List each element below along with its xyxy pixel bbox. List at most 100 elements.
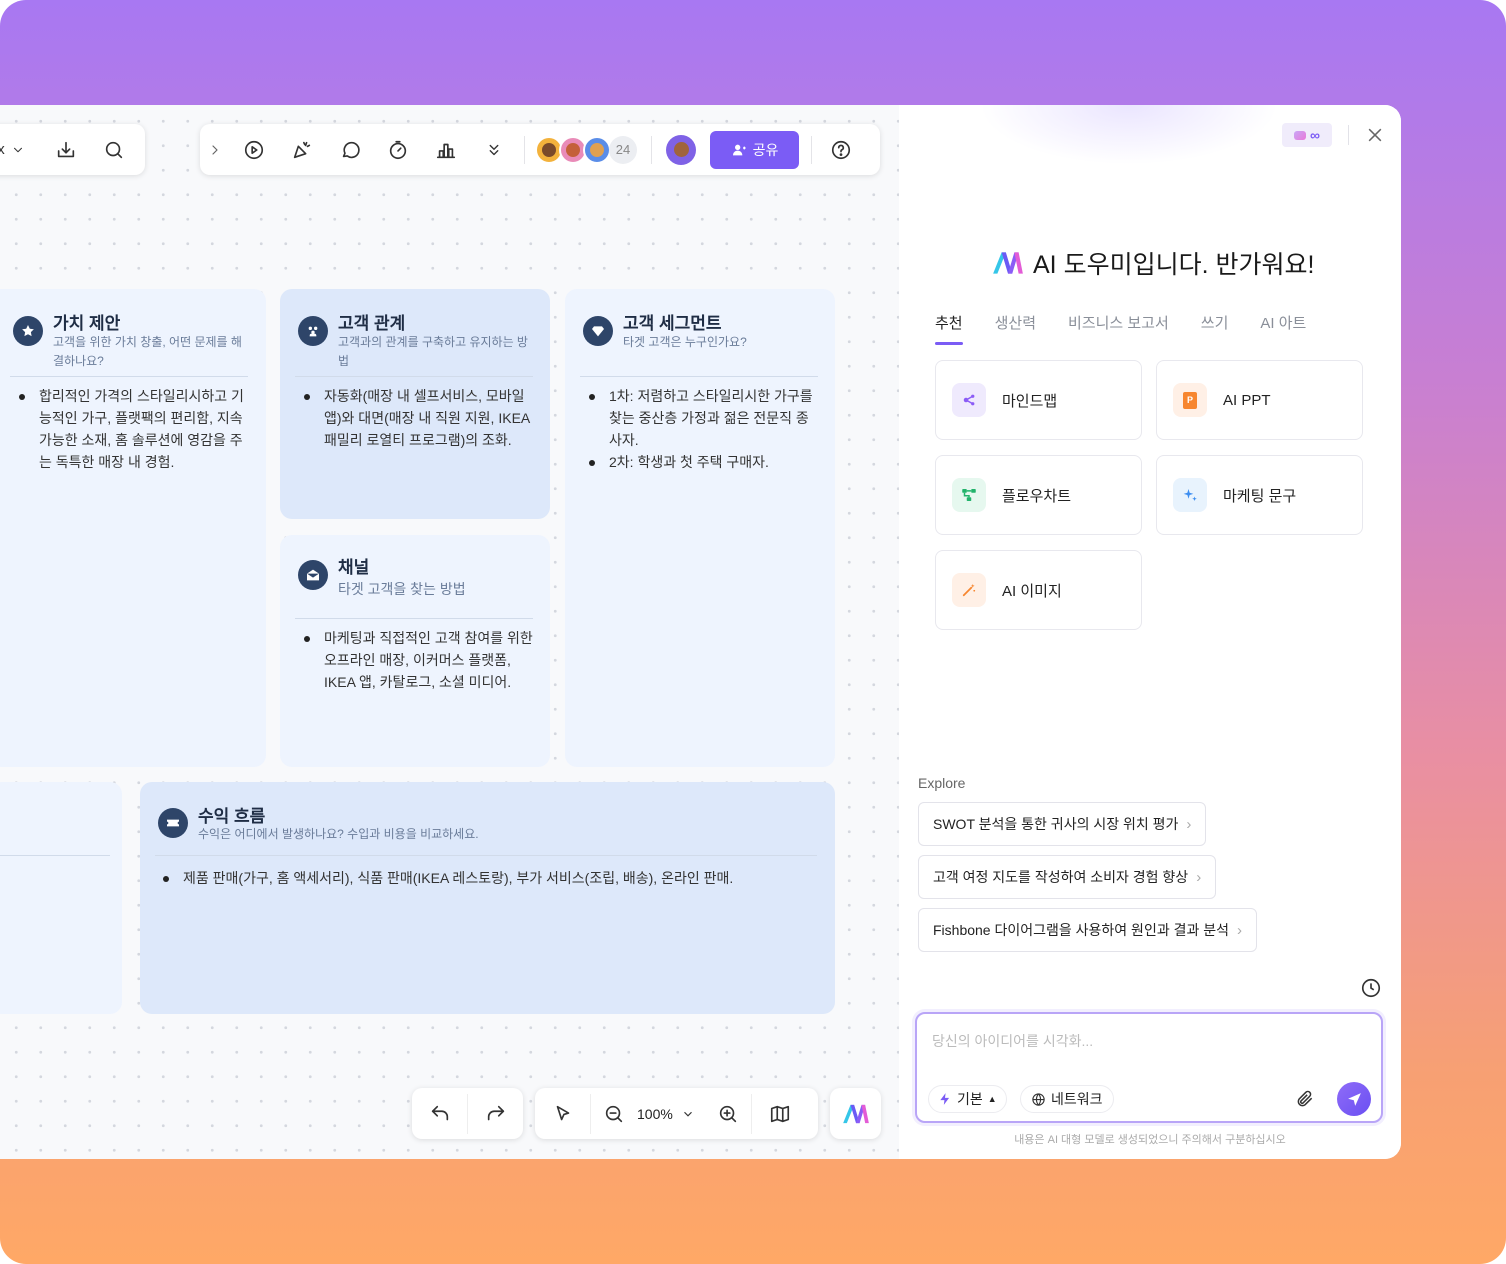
divider — [580, 376, 818, 377]
explore-suggestion-swot[interactable]: SWOT 분석을 통한 귀사의 시장 위치 평가 › — [918, 802, 1207, 846]
card-revenue-streams[interactable]: 수익 흐름 수익은 어디에서 발생하나요? 수입과 비용을 비교하세요. 제품 … — [140, 782, 835, 1014]
card-list: 1차: 저렴하고 스타일리시한 가구를 찾는 중산층 가정과 젊은 전문직 종사… — [589, 385, 819, 473]
feature-flowchart[interactable]: 플로우차트 — [935, 455, 1142, 535]
explore-suggestion-fishbone[interactable]: Fishbone 다이어그램을 사용하여 원인과 결과 분석 › — [918, 908, 1258, 952]
list-item: 제품 판매(가구, 홈 액세서리), 식품 판매(IKEA 레스토랑), 부가 … — [163, 867, 823, 889]
unlimited-badge[interactable]: ∞ — [1282, 123, 1332, 147]
celebrate-button[interactable] — [278, 130, 326, 170]
help-icon — [831, 140, 851, 159]
zoom-out-button[interactable] — [591, 1088, 637, 1139]
vote-button[interactable] — [422, 130, 470, 170]
feature-label: 마케팅 문구 — [1223, 487, 1297, 505]
caret-up-icon: ▲ — [987, 1094, 997, 1104]
mail-open-icon — [298, 560, 328, 590]
import-button[interactable] — [42, 130, 90, 170]
card-subtitle: 타겟 고객은 누구인가요? — [623, 335, 747, 349]
double-chevron-down-icon — [489, 144, 499, 155]
chevron-right-icon: › — [1196, 868, 1202, 886]
tab-business-report[interactable]: 비즈니스 보고서 — [1068, 312, 1169, 345]
chevron-right-icon: › — [1237, 921, 1243, 939]
zoom-level-dropdown[interactable]: 100% — [637, 1106, 705, 1122]
ai-logo-icon — [993, 252, 1023, 274]
zoom-in-button[interactable] — [705, 1088, 751, 1139]
feature-label: 마인드맵 — [1002, 392, 1058, 410]
card-channels[interactable]: 채널 타겟 고객을 찾는 방법 마케팅과 직접적인 고객 참여를 위한 오프라인… — [280, 535, 550, 767]
send-button[interactable] — [1337, 1082, 1371, 1116]
prompt-box: 당신의 아이디어를 시각화... 기본 ▲ 네트워크 — [915, 1012, 1383, 1123]
card-partial[interactable] — [0, 782, 122, 1014]
greeting: AI 도우미입니다. 반가워요! — [991, 245, 1314, 281]
card-list: 마케팅과 직접적인 고객 참여를 위한 오프라인 매장, 이커머스 플랫폼, I… — [304, 627, 534, 693]
present-button[interactable] — [230, 130, 278, 170]
ai-assistant-button[interactable] — [830, 1088, 881, 1139]
tab-writing[interactable]: 쓰기 — [1201, 312, 1229, 345]
redo-button[interactable] — [468, 1088, 523, 1139]
ppt-icon: P — [1173, 383, 1207, 417]
chevron-down-icon — [683, 1111, 692, 1117]
network-toggle[interactable]: 네트워크 — [1020, 1085, 1114, 1113]
clock-icon — [1361, 978, 1381, 998]
redo-icon — [487, 1105, 504, 1120]
current-user-avatar[interactable] — [666, 134, 696, 165]
card-title: 수익 흐름 — [198, 807, 266, 826]
file-toolbar: x — [0, 124, 145, 175]
collaborators[interactable]: 24 — [535, 135, 637, 164]
view-toolbar: 100% — [535, 1088, 818, 1139]
ticket-icon — [158, 808, 188, 838]
help-button[interactable] — [826, 130, 856, 170]
select-tool-button[interactable] — [535, 1088, 590, 1139]
map-button[interactable] — [752, 1088, 807, 1139]
expand-button[interactable] — [200, 130, 230, 170]
globe-icon — [1032, 1092, 1045, 1106]
mindmap-icon — [952, 383, 986, 417]
app-window: x 24 공유 가치 제안 고객을 위한 가치 창출, 어떤 문제를 해결하나요… — [0, 105, 1401, 1159]
attach-button[interactable] — [1295, 1089, 1315, 1109]
feature-marketing-copy[interactable]: 마케팅 문구 — [1156, 455, 1363, 535]
divider — [811, 135, 812, 164]
card-title: 가치 제안 — [53, 314, 121, 333]
feature-label: AI 이미지 — [1002, 582, 1062, 600]
close-button[interactable] — [1365, 125, 1385, 145]
feature-mindmap[interactable]: 마인드맵 — [935, 360, 1142, 440]
play-circle-icon — [244, 140, 264, 159]
share-button[interactable]: 공유 — [710, 130, 799, 169]
undo-button[interactable] — [412, 1088, 467, 1139]
history-button[interactable] — [1360, 977, 1382, 999]
download-tray-icon — [57, 141, 75, 157]
comment-button[interactable] — [326, 130, 374, 170]
card-title: 채널 — [338, 558, 370, 577]
prompt-input[interactable]: 당신의 아이디어를 시각화... — [932, 1031, 1093, 1051]
diamond-icon — [583, 316, 613, 346]
history-toolbar — [412, 1088, 523, 1139]
suggestion-text: 고객 여정 지도를 작성하여 소비자 경험 향상 — [933, 869, 1189, 885]
share-label: 공유 — [752, 141, 779, 158]
feature-ai-ppt[interactable]: P AI PPT — [1156, 360, 1363, 440]
feature-label: AI PPT — [1223, 391, 1271, 409]
card-value-proposition[interactable]: 가치 제안 고객을 위한 가치 창출, 어떤 문제를 해결하나요? 합리적인 가… — [0, 289, 266, 767]
title-dropdown[interactable]: x — [0, 130, 34, 170]
feature-ai-image[interactable]: AI 이미지 — [935, 550, 1142, 630]
tab-recommended[interactable]: 추천 — [935, 312, 963, 345]
greeting-text: AI 도우미입니다. 반가워요! — [1033, 251, 1315, 279]
tab-ai-art[interactable]: AI 아트 — [1260, 312, 1306, 345]
mode-selector[interactable]: 기본 ▲ — [928, 1085, 1007, 1113]
timer-button[interactable] — [374, 130, 422, 170]
divider — [295, 376, 533, 377]
zoom-in-icon — [719, 1105, 737, 1122]
divider — [0, 855, 110, 856]
divider — [155, 855, 817, 856]
card-customer-relationships[interactable]: 고객 관계 고객과의 관계를 구축하고 유지하는 방법 자동화(매장 내 셀프서… — [280, 289, 550, 519]
tab-productivity[interactable]: 생산력 — [995, 312, 1036, 345]
avatar — [583, 135, 611, 164]
whiteboard-canvas[interactable]: x 24 공유 가치 제안 고객을 위한 가치 창출, 어떤 문제를 해결하나요… — [0, 105, 899, 1159]
search-button[interactable] — [90, 130, 138, 170]
list-item: 마케팅과 직접적인 고객 참여를 위한 오프라인 매장, 이커머스 플랫폼, I… — [304, 627, 534, 693]
people-icon — [298, 316, 328, 346]
more-tools-button[interactable] — [470, 130, 518, 170]
divider — [1348, 125, 1349, 145]
mode-label: 기본 — [957, 1091, 983, 1107]
explore-suggestion-journey[interactable]: 고객 여정 지도를 작성하여 소비자 경험 향상 › — [918, 855, 1217, 899]
card-customer-segments[interactable]: 고객 세그먼트 타겟 고객은 누구인가요? 1차: 저렴하고 스타일리시한 가구… — [565, 289, 835, 767]
card-list: 자동화(매장 내 셀프서비스, 모바일 앱)와 대면(매장 내 직원 지원, I… — [304, 385, 534, 451]
divider — [524, 135, 525, 164]
